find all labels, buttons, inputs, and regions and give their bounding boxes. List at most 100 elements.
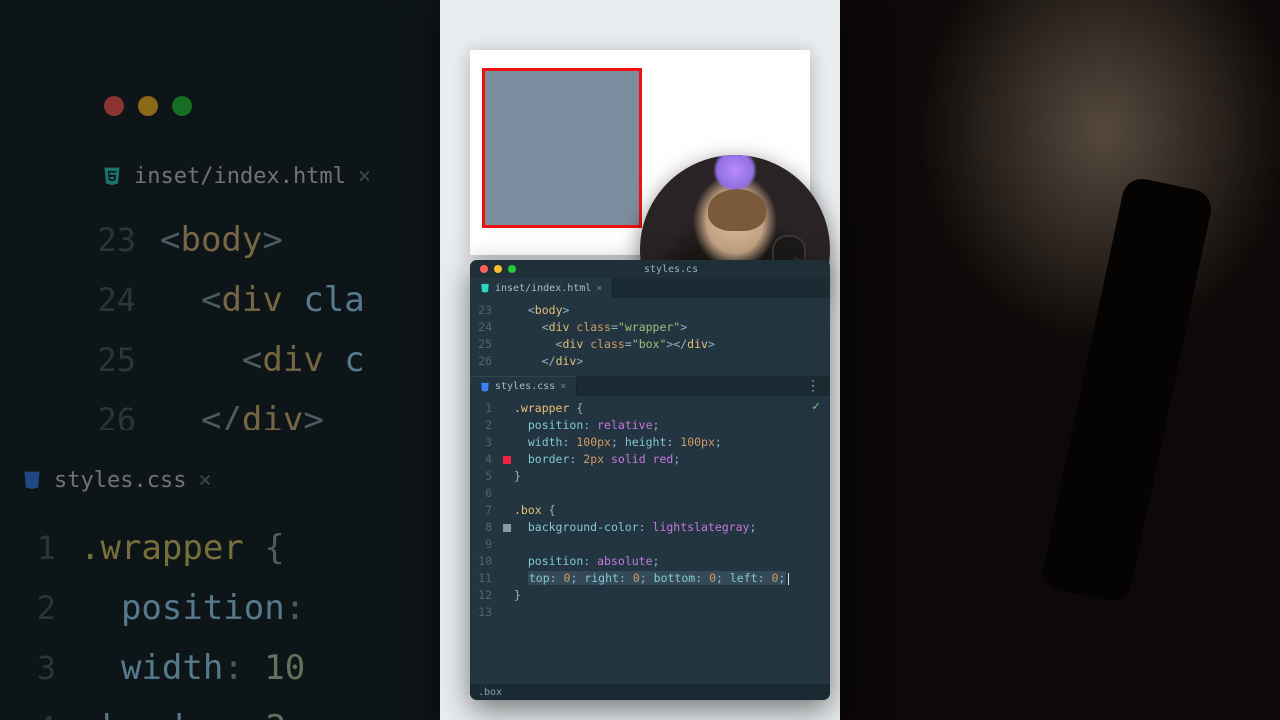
code-line: 4 border: 2px solid red; xyxy=(470,451,830,468)
bg-tab-html: inset/index.html × xyxy=(80,152,440,200)
code-line: 10 position: absolute; xyxy=(470,553,830,570)
code-content: position: absolute; xyxy=(514,553,659,570)
bg-tab-css: styles.css × ⋮ xyxy=(0,452,440,508)
bg-html-code: 23<body>24 <div cla25 <div c26 </div> xyxy=(80,200,440,450)
line-number: 5 xyxy=(470,468,500,485)
background-webcam-right xyxy=(840,0,1280,720)
code-line: 23<body> xyxy=(80,210,440,270)
demo-wrapper xyxy=(482,68,642,228)
close-icon: × xyxy=(358,164,371,189)
line-number: 6 xyxy=(470,485,500,502)
close-icon[interactable]: × xyxy=(560,381,566,392)
tab-styles-css[interactable]: styles.css × xyxy=(470,376,577,396)
code-content: <body> xyxy=(160,220,283,260)
code-line: 3 width: 100px; height: 100px; xyxy=(470,434,830,451)
code-pane-css[interactable]: ✓ 1 .wrapper {2 position: relative;3 widt… xyxy=(470,396,830,625)
html-file-icon xyxy=(480,283,490,293)
maximize-dot-icon[interactable] xyxy=(508,265,516,273)
close-dot-icon xyxy=(104,96,124,116)
css-file-icon xyxy=(22,470,42,490)
code-content: position: xyxy=(80,588,305,628)
line-number: 24 xyxy=(80,281,160,319)
line-number: 25 xyxy=(470,336,500,353)
check-icon: ✓ xyxy=(804,398,828,415)
line-number: 3 xyxy=(470,434,500,451)
gutter-swatch-icon xyxy=(503,524,511,532)
code-content: border: 2px solid red; xyxy=(514,451,680,468)
code-line: 1.wrapper { xyxy=(0,518,440,578)
status-bar: .box xyxy=(470,684,830,700)
line-number: 23 xyxy=(80,221,160,259)
code-line: 24 <div cla xyxy=(80,270,440,330)
code-content: .box { xyxy=(514,502,556,519)
code-content: background-color: lightslategray; xyxy=(514,519,756,536)
html-file-icon xyxy=(102,166,122,186)
line-number: 23 xyxy=(470,302,500,319)
code-content: <div class="box"></div> xyxy=(514,336,715,353)
code-pane-html[interactable]: 23 <body>24 <div class="wrapper">25 <div… xyxy=(470,298,830,376)
bg-tab-css-label: styles.css xyxy=(54,468,186,493)
background-editor-left: inset/index.html × 23<body>24 <div cla25… xyxy=(0,0,440,720)
code-content: </div> xyxy=(514,353,583,370)
tabstrip-top: inset/index.html × xyxy=(470,278,830,298)
status-breadcrumb: .box xyxy=(478,687,502,698)
tab-label: styles.css xyxy=(495,381,555,392)
gutter-red-icon xyxy=(503,456,511,464)
maximize-dot-icon xyxy=(172,96,192,116)
code-line: 8 background-color: lightslategray; xyxy=(470,519,830,536)
code-content: <body> xyxy=(514,302,569,319)
code-content: border: 2 xyxy=(80,708,286,720)
line-number: 7 xyxy=(470,502,500,519)
code-line: 3 width: 10 xyxy=(0,638,440,698)
code-content: position: relative; xyxy=(514,417,659,434)
code-content: } xyxy=(514,468,521,485)
code-line: 1 .wrapper { xyxy=(470,400,830,417)
minimize-dot-icon xyxy=(138,96,158,116)
line-number: 12 xyxy=(470,587,500,604)
code-line: 6 xyxy=(470,485,830,502)
code-line: 25 <div class="box"></div> xyxy=(470,336,830,353)
line-number: 25 xyxy=(80,341,160,379)
more-icon[interactable]: ⋮ xyxy=(796,376,830,396)
line-number: 24 xyxy=(470,319,500,336)
code-content: width: 10 xyxy=(80,648,305,688)
window-traffic-lights xyxy=(80,60,440,130)
minimize-dot-icon[interactable] xyxy=(494,265,502,273)
code-content: top: 0; right: 0; bottom: 0; left: 0; xyxy=(514,570,789,587)
close-icon: × xyxy=(198,468,211,493)
close-icon[interactable]: × xyxy=(596,283,602,294)
css-file-icon xyxy=(480,382,490,392)
tabstrip-bottom: styles.css × ⋮ xyxy=(470,376,830,396)
line-number: 11 xyxy=(470,570,500,587)
code-line: 12} xyxy=(470,587,830,604)
bg-tab-html-label: inset/index.html xyxy=(134,164,346,189)
code-line: 2 position: xyxy=(0,578,440,638)
code-line: 24 <div class="wrapper"> xyxy=(470,319,830,336)
line-number: 4 xyxy=(470,451,500,468)
window-title: styles.cs xyxy=(522,264,820,275)
code-content: width: 100px; height: 100px; xyxy=(514,434,722,451)
bg-css-code: 1.wrapper {2 position:3 width: 104border… xyxy=(0,508,440,720)
code-content: .wrapper { xyxy=(514,400,583,417)
line-number: 8 xyxy=(470,519,500,536)
editor-titlebar[interactable]: styles.cs xyxy=(470,260,830,278)
code-line: 11 top: 0; right: 0; bottom: 0; left: 0; xyxy=(470,570,830,587)
code-line: 26 </div> xyxy=(470,353,830,370)
tab-index-html[interactable]: inset/index.html × xyxy=(470,278,613,298)
close-dot-icon[interactable] xyxy=(480,265,488,273)
code-content: <div class="wrapper"> xyxy=(514,319,687,336)
line-number: 9 xyxy=(470,536,500,553)
editor-window: styles.cs inset/index.html × 23 <body>24… xyxy=(470,260,830,700)
line-number: 1 xyxy=(470,400,500,417)
code-content: } xyxy=(514,587,521,604)
code-content: .wrapper { xyxy=(80,528,285,568)
code-line: 5} xyxy=(470,468,830,485)
line-number: 1 xyxy=(0,529,80,567)
code-line: 23 <body> xyxy=(470,302,830,319)
code-line: 2 position: relative; xyxy=(470,417,830,434)
line-number: 3 xyxy=(0,649,80,687)
line-number: 4 xyxy=(0,709,80,720)
tab-label: inset/index.html xyxy=(495,283,591,294)
code-line: 25 <div c xyxy=(80,330,440,390)
code-line: 13 xyxy=(470,604,830,621)
